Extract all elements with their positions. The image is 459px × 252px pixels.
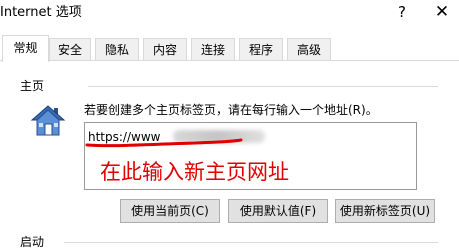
use-new-tab-button[interactable]: 使用新标签页(U) [335, 199, 435, 223]
close-icon[interactable]: ✕ [432, 2, 452, 22]
house-icon [30, 105, 66, 136]
use-current-page-button[interactable]: 使用当前页(C) [120, 199, 220, 223]
homepage-url-textarea[interactable]: https://www 在此输入新主页网址 [84, 122, 417, 190]
internet-options-dialog: Internet 选项 ? ✕ 常规 安全 隐私 内容 连接 程序 高级 主页 … [0, 0, 459, 252]
help-icon[interactable]: ? [392, 2, 412, 22]
home-section-header: 主页 [20, 78, 45, 94]
startup-section-header: 启动 [20, 234, 45, 250]
annotation-text: 在此输入新主页网址 [100, 160, 289, 184]
window-title: Internet 选项 [0, 5, 82, 20]
home-section-divider [88, 86, 438, 87]
tab-strip: 常规 安全 隐私 内容 连接 程序 高级 [0, 35, 459, 62]
tab-security[interactable]: 安全 [49, 38, 91, 60]
tab-advanced[interactable]: 高级 [287, 38, 331, 60]
startup-section-divider [64, 242, 438, 243]
red-underline-mark [85, 138, 243, 148]
tab-programs[interactable]: 程序 [239, 38, 283, 60]
tab-panel-border [0, 60, 459, 61]
tab-privacy[interactable]: 隐私 [95, 38, 139, 60]
home-instruction-text: 若要创建多个主页标签页，请在每行输入一个地址(R)。 [84, 103, 378, 117]
tab-connections[interactable]: 连接 [191, 38, 235, 60]
title-bar: Internet 选项 ? ✕ [0, 0, 459, 30]
tab-general[interactable]: 常规 [2, 35, 49, 62]
use-default-button[interactable]: 使用默认值(F) [228, 199, 328, 223]
tab-content[interactable]: 内容 [143, 38, 187, 60]
